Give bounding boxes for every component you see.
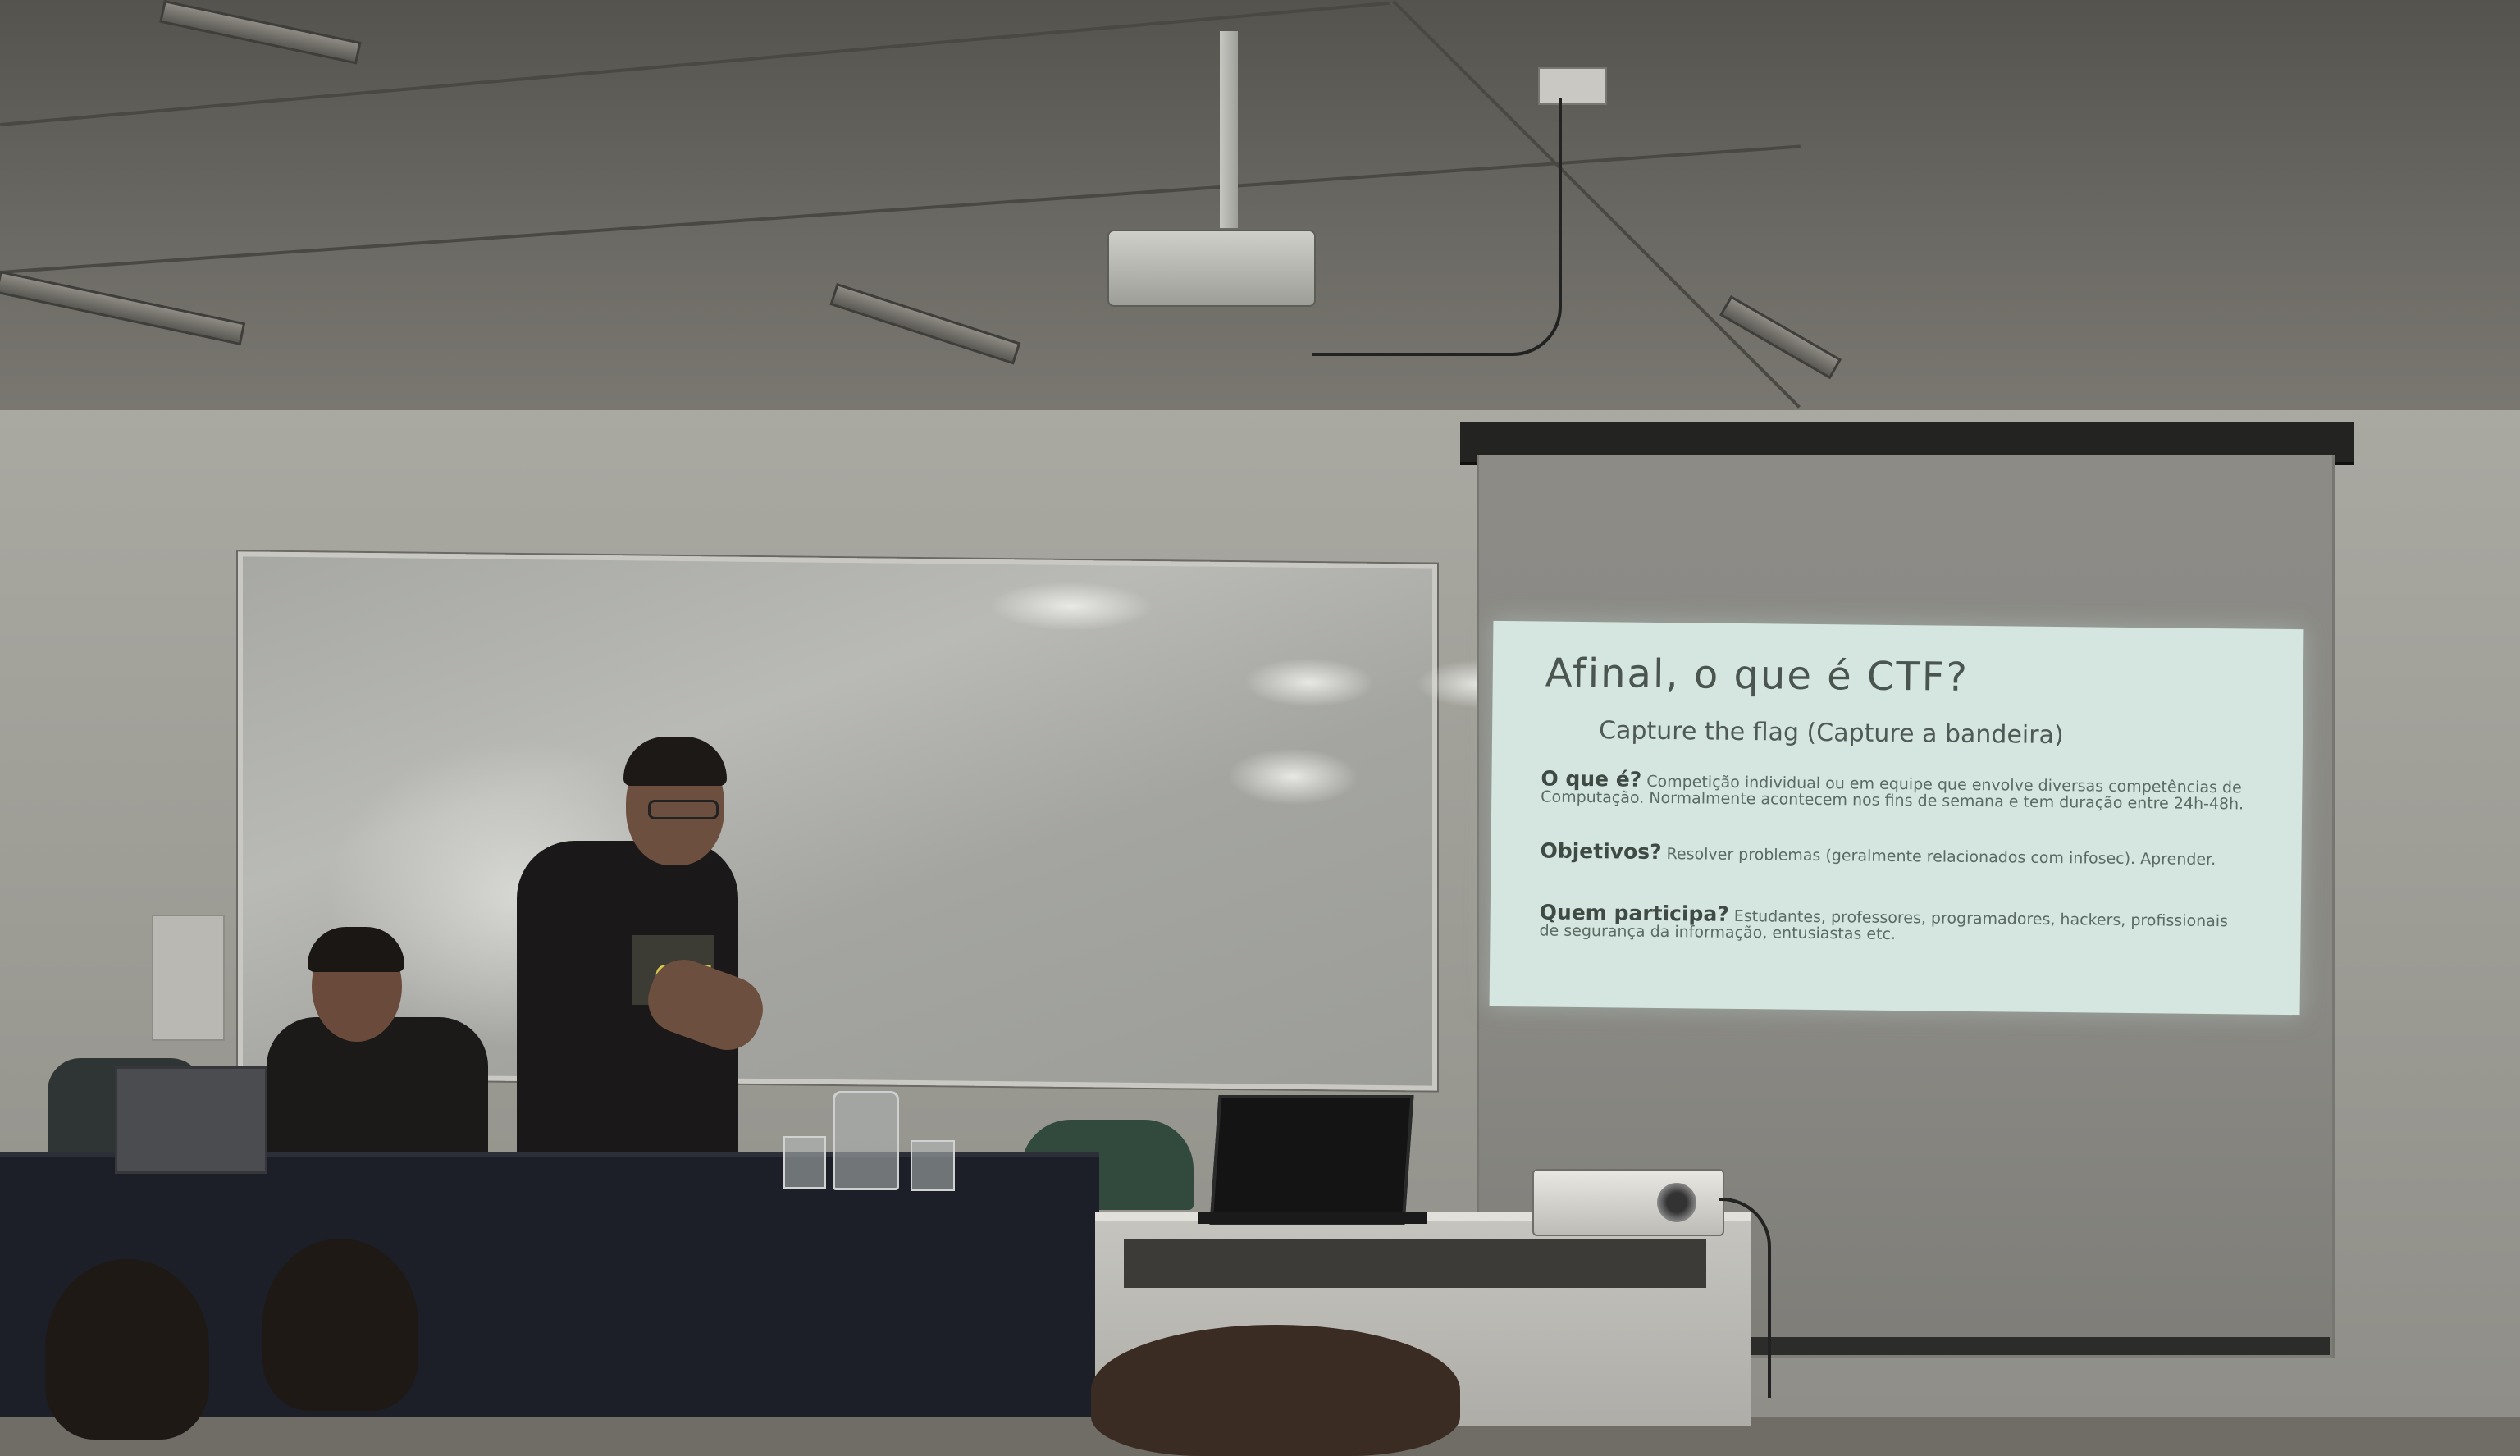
- slide-block-text: Resolver problemas (geralmente relaciona…: [1666, 845, 2216, 869]
- slide-subtitle: Capture the flag (Capture a bandeira): [1598, 716, 2064, 751]
- slide-block-objectives: Objetivos? Resolver problemas (geralment…: [1540, 838, 2245, 869]
- audience-head: [1091, 1325, 1460, 1456]
- water-pitcher: [833, 1091, 899, 1190]
- projected-slide: Afinal, o que é CTF? Capture the flag (C…: [1489, 620, 2304, 1016]
- glass: [783, 1136, 826, 1189]
- ceiling: [0, 0, 2520, 418]
- audience-head: [45, 1259, 209, 1440]
- audience-head: [262, 1239, 418, 1411]
- glass: [911, 1140, 955, 1191]
- projector-pole: [1220, 31, 1238, 228]
- slide-block-lead: Objetivos?: [1540, 838, 1662, 865]
- slide-title: Afinal, o que é CTF?: [1545, 650, 1970, 701]
- whiteboard-glare: [1227, 746, 1358, 806]
- table-projector: [1532, 1169, 1724, 1236]
- whiteboard: [238, 551, 1547, 1091]
- side-table-panel: [1124, 1239, 1706, 1288]
- whiteboard-glare: [1244, 657, 1375, 708]
- projector-cable: [1719, 1198, 1771, 1398]
- presenter-glasses: [648, 800, 719, 819]
- presenter-laptop-base: [1198, 1212, 1427, 1224]
- laptop: [115, 1066, 267, 1174]
- presenter-laptop: [1209, 1095, 1414, 1225]
- projector-cable: [1312, 98, 1562, 356]
- slide-block-text: Competição individual ou em equipe que e…: [1541, 772, 2244, 814]
- projector-lens: [1657, 1183, 1696, 1222]
- seated-person-body: [267, 1017, 488, 1169]
- slide-block-participants: Quem participa? Estudantes, professores,…: [1539, 900, 2244, 946]
- wall-notice-paper: [152, 915, 225, 1041]
- ceiling-projector: [1107, 230, 1316, 307]
- whiteboard-glare: [989, 580, 1153, 632]
- slide-block-what: O que é? Competição individual ou em equ…: [1541, 766, 2246, 814]
